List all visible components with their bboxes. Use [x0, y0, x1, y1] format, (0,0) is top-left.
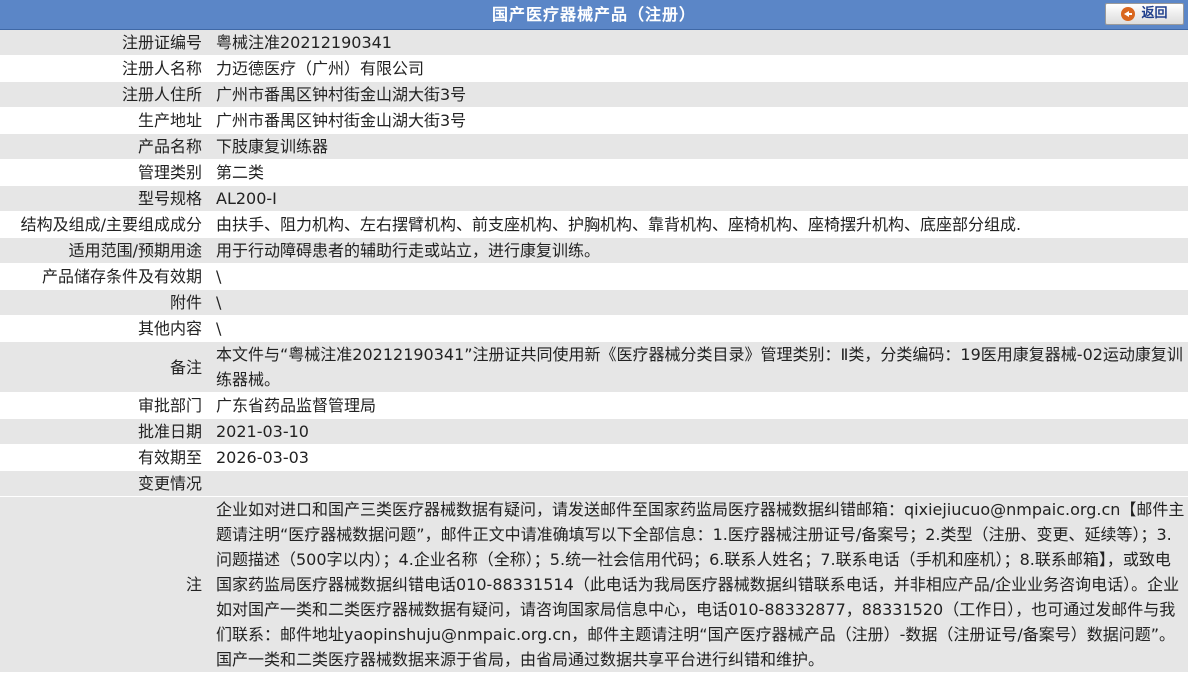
table-row: 生产地址 广州市番禺区钟村街金山湖大街3号: [0, 107, 1188, 134]
field-label: 备注: [0, 341, 210, 393]
back-button[interactable]: 返回: [1105, 3, 1184, 25]
field-label: 注册人名称: [0, 55, 210, 82]
page-header: 国产医疗器械产品（注册） 返回: [0, 0, 1188, 30]
table-row: 备注 本文件与“粤械注准20212190341”注册证共同使用新《医疗器械分类目…: [0, 341, 1188, 393]
field-value: 用于行动障碍患者的辅助行走或站立，进行康复训练。: [210, 237, 1188, 264]
table-row: 型号规格 AL200-Ⅰ: [0, 185, 1188, 212]
field-value: \: [210, 315, 1188, 342]
page-title: 国产医疗器械产品（注册）: [491, 5, 696, 24]
field-label: 产品名称: [0, 133, 210, 160]
notice-row: 注 企业如对进口和国产三类医疗器械数据有疑问，请发送邮件至国家药监局医疗器械数据…: [0, 496, 1188, 673]
field-value: \: [210, 263, 1188, 290]
field-label: 其他内容: [0, 315, 210, 342]
field-value: AL200-Ⅰ: [210, 185, 1188, 212]
field-value: 2021-03-10: [210, 418, 1188, 445]
back-button-label: 返回: [1141, 6, 1168, 21]
table-row: 产品名称 下肢康复训练器: [0, 133, 1188, 160]
field-label: 型号规格: [0, 185, 210, 212]
table-row: 适用范围/预期用途 用于行动障碍患者的辅助行走或站立，进行康复训练。: [0, 237, 1188, 264]
detail-table: 注册证编号 粤械注准20212190341 注册人名称 力迈德医疗（广州）有限公…: [0, 30, 1188, 673]
table-row: 审批部门 广东省药品监督管理局: [0, 392, 1188, 419]
notice-text: 企业如对进口和国产三类医疗器械数据有疑问，请发送邮件至国家药监局医疗器械数据纠错…: [210, 496, 1188, 673]
field-label: 审批部门: [0, 392, 210, 419]
field-label: 注册人住所: [0, 81, 210, 108]
table-row: 注册证编号 粤械注准20212190341: [0, 30, 1188, 56]
table-row: 注册人名称 力迈德医疗（广州）有限公司: [0, 55, 1188, 82]
field-value: 粤械注准20212190341: [210, 30, 1188, 56]
field-label: 变更情况: [0, 470, 210, 497]
field-value: 广东省药品监督管理局: [210, 392, 1188, 419]
field-value: \: [210, 289, 1188, 316]
field-value: 由扶手、阻力机构、左右摆臂机构、前支座机构、护胸机构、靠背机构、座椅机构、座椅摆…: [210, 211, 1188, 238]
field-value: 本文件与“粤械注准20212190341”注册证共同使用新《医疗器械分类目录》管…: [210, 341, 1188, 393]
table-row: 注册人住所 广州市番禺区钟村街金山湖大街3号: [0, 81, 1188, 108]
table-row: 有效期至 2026-03-03: [0, 444, 1188, 471]
field-value: 力迈德医疗（广州）有限公司: [210, 55, 1188, 82]
field-label: 结构及组成/主要组成成分: [0, 211, 210, 238]
field-label: 附件: [0, 289, 210, 316]
field-label: 注册证编号: [0, 30, 210, 56]
field-label: 批准日期: [0, 418, 210, 445]
field-label: 产品储存条件及有效期: [0, 263, 210, 290]
table-row: 批准日期 2021-03-10: [0, 418, 1188, 445]
table-row: 变更情况: [0, 470, 1188, 497]
table-row: 结构及组成/主要组成成分 由扶手、阻力机构、左右摆臂机构、前支座机构、护胸机构、…: [0, 211, 1188, 238]
notice-label: 注: [0, 496, 210, 673]
field-label: 生产地址: [0, 107, 210, 134]
field-value: 2026-03-03: [210, 444, 1188, 471]
back-arrow-icon: [1121, 7, 1136, 21]
field-label: 适用范围/预期用途: [0, 237, 210, 264]
table-row: 管理类别 第二类: [0, 159, 1188, 186]
field-value: 广州市番禺区钟村街金山湖大街3号: [210, 107, 1188, 134]
field-label: 有效期至: [0, 444, 210, 471]
table-row: 其他内容 \: [0, 315, 1188, 342]
table-row: 产品储存条件及有效期 \: [0, 263, 1188, 290]
field-value: 广州市番禺区钟村街金山湖大街3号: [210, 81, 1188, 108]
field-value: 下肢康复训练器: [210, 133, 1188, 160]
field-label: 管理类别: [0, 159, 210, 186]
table-row: 附件 \: [0, 289, 1188, 316]
field-value: 第二类: [210, 159, 1188, 186]
field-value: [210, 470, 1188, 497]
